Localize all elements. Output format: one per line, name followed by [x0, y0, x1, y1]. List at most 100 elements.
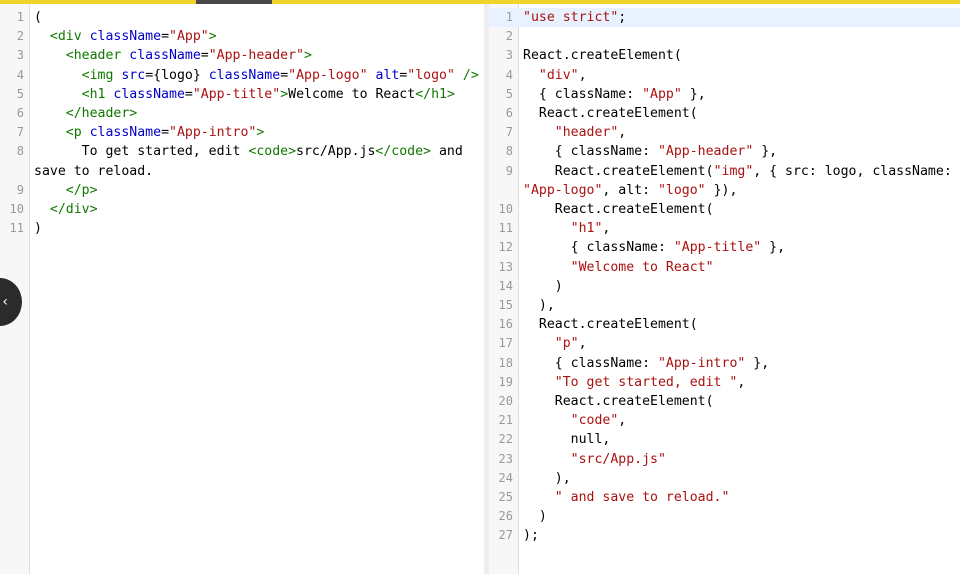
line-code[interactable]: <header className="App-header"> — [29, 46, 484, 65]
line-code[interactable]: "To get started, edit ", — [518, 373, 960, 392]
line-number: 12 — [498, 240, 513, 255]
code-token: </div> — [49, 202, 98, 218]
line-code[interactable]: { className: "App-header" }, — [518, 142, 960, 161]
jsx-input-editor[interactable]: 1(2 <div className="App"> 3 <header class… — [0, 4, 484, 574]
code-token: , — [618, 125, 627, 141]
code-lines[interactable]: 1(2 <div className="App"> 3 <header class… — [0, 8, 484, 238]
code-line[interactable]: 6 React.createElement( — [489, 104, 960, 123]
line-code[interactable]: </div> — [29, 200, 484, 219]
line-number: 9 — [16, 182, 24, 197]
line-code[interactable]: React.createElement("img", { src: logo, … — [518, 162, 960, 200]
code-token: className — [113, 86, 185, 102]
line-code[interactable]: React.createElement( — [518, 46, 960, 65]
line-code[interactable]: React.createElement( — [518, 315, 960, 334]
code-token: </header> — [65, 106, 138, 122]
line-code[interactable]: "code", — [518, 411, 960, 430]
line-code[interactable]: "src/App.js" — [518, 450, 960, 469]
code-line[interactable]: 24 ), — [489, 469, 960, 488]
line-code[interactable]: React.createElement( — [518, 200, 960, 219]
code-line[interactable]: 22 null, — [489, 430, 960, 449]
line-code[interactable]: " and save to reload." — [518, 488, 960, 507]
code-token: "App" — [169, 29, 209, 45]
line-code[interactable]: To get started, edit <code>src/App.js</c… — [29, 142, 484, 180]
code-line[interactable]: 23 "src/App.js" — [489, 450, 960, 469]
line-code[interactable]: ) — [29, 219, 484, 238]
line-code[interactable]: </p> — [29, 181, 484, 200]
line-code[interactable]: "div", — [518, 66, 960, 85]
line-code[interactable]: <div className="App"> — [29, 27, 484, 46]
line-code[interactable]: <img src={logo} className="App-logo" alt… — [29, 66, 484, 85]
code-lines[interactable]: 1"use strict";2​3React.createElement(4 "… — [489, 8, 960, 546]
line-code[interactable]: { className: "App" }, — [518, 85, 960, 104]
line-code[interactable]: ), — [518, 296, 960, 315]
code-line[interactable]: 20 React.createElement( — [489, 392, 960, 411]
code-line[interactable]: 14 ) — [489, 277, 960, 296]
code-line[interactable]: 21 "code", — [489, 411, 960, 430]
code-line[interactable]: 11) — [0, 219, 484, 238]
code-token: "src/App.js" — [570, 451, 666, 467]
line-code[interactable]: React.createElement( — [518, 104, 960, 123]
code-line[interactable]: 8 { className: "App-header" }, — [489, 142, 960, 161]
code-token: "logo" — [407, 67, 455, 83]
line-number: 5 — [16, 86, 24, 101]
code-line[interactable]: 16 React.createElement( — [489, 315, 960, 334]
line-number: 3 — [16, 48, 24, 63]
line-code[interactable]: <p className="App-intro"> — [29, 123, 484, 142]
code-line[interactable]: 7 "header", — [489, 123, 960, 142]
code-line[interactable]: 11 "h1", — [489, 219, 960, 238]
code-line[interactable]: 9 React.createElement("img", { src: logo… — [489, 162, 960, 200]
code-line[interactable]: 26 ) — [489, 507, 960, 526]
code-line[interactable]: 5 <h1 className="App-title">Welcome to R… — [0, 85, 484, 104]
line-code[interactable]: ) — [518, 277, 960, 296]
code-line[interactable]: 5 { className: "App" }, — [489, 85, 960, 104]
code-line[interactable]: 25 " and save to reload." — [489, 488, 960, 507]
code-line[interactable]: 12 { className: "App-title" }, — [489, 238, 960, 257]
code-token: React.createElement( — [523, 106, 698, 122]
line-code[interactable]: ), — [518, 469, 960, 488]
line-number: 4 — [16, 67, 24, 82]
code-line[interactable]: 7 <p className="App-intro"> — [0, 123, 484, 142]
code-line[interactable]: 3 <header className="App-header"> — [0, 46, 484, 65]
line-code[interactable]: ( — [29, 8, 484, 27]
code-line[interactable]: 2​ — [489, 27, 960, 46]
code-line[interactable]: 19 "To get started, edit ", — [489, 373, 960, 392]
code-line[interactable]: 4 "div", — [489, 66, 960, 85]
code-token: "App-header" — [208, 48, 304, 64]
line-code[interactable]: null, — [518, 430, 960, 449]
line-code[interactable]: { className: "App-intro" }, — [518, 354, 960, 373]
code-token: { className: — [523, 144, 658, 160]
line-code[interactable]: <h1 className="App-title">Welcome to Rea… — [29, 85, 484, 104]
code-line[interactable]: 17 "p", — [489, 334, 960, 353]
code-line[interactable]: 10 React.createElement( — [489, 200, 960, 219]
line-code[interactable]: React.createElement( — [518, 392, 960, 411]
line-code[interactable]: </header> — [29, 104, 484, 123]
code-line[interactable]: 6 </header> — [0, 104, 484, 123]
line-number: 10 — [9, 202, 24, 217]
line-code[interactable]: "h1", — [518, 219, 960, 238]
line-code[interactable]: ​ — [518, 27, 960, 46]
code-token: src — [121, 67, 146, 83]
line-code[interactable]: "use strict"; — [518, 8, 960, 27]
code-line[interactable]: 1( — [0, 8, 484, 27]
code-line[interactable]: 3 React.createElement( — [489, 46, 960, 65]
line-code[interactable]: "p", — [518, 334, 960, 353]
code-line[interactable]: 2 <div className="App"> — [0, 27, 484, 46]
code-line[interactable]: 15 ), — [489, 296, 960, 315]
code-line[interactable]: 9 </p> — [0, 181, 484, 200]
line-code[interactable]: "Welcome to React" — [518, 258, 960, 277]
code-line[interactable]: 18 { className: "App-intro" }, — [489, 354, 960, 373]
line-code[interactable]: { className: "App-title" }, — [518, 238, 960, 257]
compiled-output-editor[interactable]: 1"use strict";2​3React.createElement(4 "… — [489, 4, 960, 574]
code-line[interactable]: 27); — [489, 526, 960, 545]
code-line[interactable]: 13 "Welcome to React" — [489, 258, 960, 277]
code-line[interactable]: 4 <img src={logo} className="App-logo" a… — [0, 66, 484, 85]
line-code[interactable]: ) — [518, 507, 960, 526]
line-code[interactable]: "header", — [518, 123, 960, 142]
code-line[interactable]: 1 "use strict"; — [489, 8, 960, 28]
code-line[interactable]: 8 To get started, edit <code>src/App.js<… — [0, 142, 484, 180]
line-code[interactable]: ); — [518, 526, 960, 545]
code-line[interactable]: 10 </div> — [0, 200, 484, 219]
